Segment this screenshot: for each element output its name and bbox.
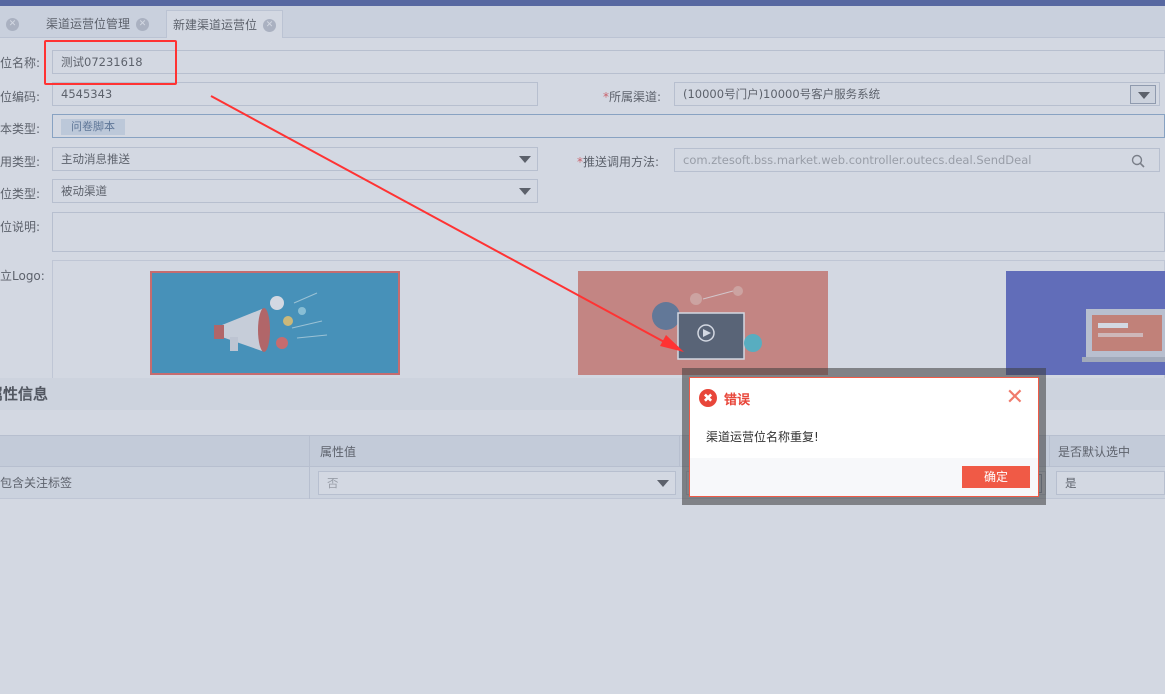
dialog-title: 错误 [724, 393, 751, 408]
error-icon: ✖ [699, 389, 717, 407]
close-icon[interactable]: ✕ [1006, 384, 1024, 412]
dialog-footer: 确定 [690, 458, 1038, 496]
confirm-button[interactable]: 确定 [962, 466, 1030, 488]
annotation-arrow [210, 95, 684, 352]
error-dialog: ✖ 错误 ✕ 渠道运营位名称重复! 确定 [689, 377, 1039, 497]
dialog-message: 渠道运营位名称重复! [706, 430, 819, 444]
